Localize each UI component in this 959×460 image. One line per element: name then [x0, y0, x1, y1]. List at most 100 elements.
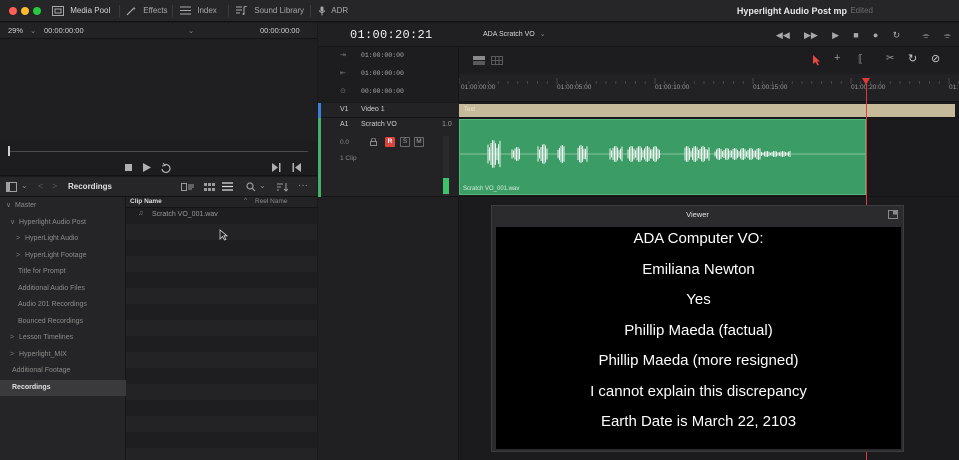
stop-button[interactable] — [125, 164, 132, 171]
bin-item[interactable]: ∨ Master — [0, 198, 126, 214]
ruler-label: 01:00:15:00 — [753, 84, 788, 91]
fast-forward-icon[interactable]: ▶▶ — [804, 23, 818, 47]
track-view-icon[interactable] — [473, 56, 485, 65]
mark-out-icon: ⇤ — [340, 70, 346, 77]
duration-icon: ⊙ — [340, 88, 346, 95]
clip-row — [126, 448, 317, 460]
clip-row[interactable]: ♫ Scratch VO_001.wav — [126, 208, 317, 224]
bin-item[interactable]: > Hyperlight_MIX — [0, 347, 126, 363]
mute-button[interactable]: M — [414, 137, 424, 147]
record-arm-button[interactable]: R — [385, 137, 395, 147]
forward-arrow-icon[interactable]: > — [52, 181, 57, 191]
loop-icon[interactable]: ↻ — [893, 23, 901, 47]
thumbnail-view-icon[interactable] — [204, 183, 215, 191]
scissors-icon[interactable]: ✂ — [886, 53, 894, 64]
media-pool-label: Media Pool — [70, 6, 111, 15]
track-level[interactable]: 0.0 — [340, 139, 349, 146]
chevron-right-icon[interactable]: > — [16, 248, 20, 264]
track-header-v1[interactable]: V1 Video 1 — [318, 103, 459, 118]
zoom-window-button[interactable] — [33, 7, 41, 15]
timeline-name: ADA Scratch VO — [483, 31, 535, 38]
metadata-view-icon[interactable] — [181, 183, 194, 191]
bin-item[interactable]: Bounced Recordings — [0, 314, 126, 330]
scrubber-handle[interactable] — [8, 146, 10, 156]
reel-name-column-header[interactable]: Reel Name — [255, 198, 288, 205]
clip-name-column-header[interactable]: Clip Name — [130, 198, 162, 205]
bin-item[interactable]: ∨ Hyperlight Audio Post — [0, 215, 126, 231]
grid-view-icon[interactable] — [491, 56, 503, 65]
track-id: A1 — [340, 121, 349, 128]
adr-tab[interactable]: ADR — [318, 0, 348, 22]
solo-button[interactable]: S — [400, 137, 410, 147]
lock-icon[interactable] — [370, 138, 377, 146]
snap-icon[interactable]: ↻ — [908, 52, 917, 65]
chevron-down-icon[interactable]: ⌄ — [21, 181, 28, 190]
tc-row-duration: ⊙ 00:00:00:00 — [318, 83, 459, 101]
track-header-a1[interactable]: A1 Scratch VO 1.0 0.0 R S M 1 Clip — [318, 118, 459, 197]
ruler-label: 01:00:00:00 — [461, 84, 496, 91]
bin-item[interactable]: Additional Footage — [0, 363, 126, 379]
source-timecode-out: 00:00:00:00 — [260, 26, 300, 35]
media-pool-tab[interactable]: Media Pool — [52, 0, 110, 22]
level-meter — [443, 136, 449, 196]
index-tab[interactable]: Index — [180, 0, 217, 22]
clip-name: Scratch VO_001.wav — [152, 211, 218, 218]
effects-icon — [126, 6, 136, 16]
chevron-right-icon[interactable]: > — [10, 330, 14, 346]
sort-ascending-icon: ^ — [244, 197, 248, 204]
bin-item[interactable]: > HyperLight Audio — [0, 231, 126, 247]
chevron-right-icon[interactable]: > — [16, 231, 20, 247]
ruler-label: 01: — [949, 84, 959, 91]
chevron-down-icon[interactable]: ⌄ — [259, 181, 266, 190]
back-arrow-icon[interactable]: < — [38, 181, 43, 191]
video-clip[interactable]: Text — [459, 104, 955, 117]
list-view-icon[interactable] — [222, 182, 233, 191]
ruler-label: 01:00:10:00 — [655, 84, 690, 91]
track-header-empty — [318, 197, 459, 460]
chevron-down-icon[interactable]: ⌄ — [30, 23, 36, 39]
bin-list: ∨ Master ∨ Hyperlight Audio Post > HyperLight… — [0, 197, 126, 460]
bin-item[interactable]: Audio 201 Recordings — [0, 297, 126, 313]
effects-tab[interactable]: Effects — [126, 0, 168, 22]
loop-icon[interactable] — [160, 162, 172, 173]
viewer-collapse-icon[interactable] — [888, 210, 898, 219]
bin-item[interactable]: Recordings — [0, 379, 126, 396]
bin-label: Additional Footage — [12, 367, 71, 374]
monitor-icon[interactable]: ⌯ — [922, 23, 929, 47]
bin-item[interactable]: Title for Prompt — [0, 264, 126, 280]
play-icon[interactable] — [143, 163, 151, 172]
chevron-down-icon[interactable]: ∨ — [6, 198, 11, 214]
stop-icon[interactable]: ■ — [853, 23, 858, 47]
sort-icon[interactable] — [277, 182, 288, 192]
mark-in-icon[interactable] — [272, 163, 281, 172]
search-icon[interactable] — [246, 182, 256, 192]
link-icon[interactable]: ⊘ — [931, 52, 940, 65]
more-options-icon[interactable]: ··· — [298, 180, 308, 191]
sidebar-toggle-icon[interactable] — [6, 182, 17, 192]
minimize-window-button[interactable] — [21, 7, 29, 15]
pan-icon[interactable]: ⌯ — [944, 23, 951, 47]
record-icon[interactable]: ● — [873, 23, 878, 47]
play-icon[interactable]: ▶ — [832, 23, 839, 47]
clip-list: Clip Name ^ Reel Name ♫ Scratch VO_001.wa… — [126, 197, 317, 460]
timeline-ruler[interactable]: 01:00:00:00 01:00:05:00 01:00:10:00 01:0… — [459, 74, 959, 102]
chevron-down-icon[interactable]: ∨ — [10, 215, 15, 231]
zoom-level[interactable]: 29% — [8, 23, 23, 39]
tc-row-out: ⇤ 01:00:00:00 — [318, 65, 459, 83]
pointer-tool-icon[interactable] — [813, 55, 821, 66]
bin-item[interactable]: > HyperLight Footage — [0, 248, 126, 264]
mark-out-icon[interactable] — [292, 163, 301, 172]
bin-label: Title for Prompt — [18, 268, 66, 275]
trim-tool-icon[interactable]: ⟦ — [858, 54, 863, 65]
bin-item[interactable]: Additional Audio Files — [0, 281, 126, 297]
sound-library-tab[interactable]: Sound Library — [236, 0, 304, 22]
crosshair-tool-icon[interactable]: + — [834, 52, 840, 64]
timeline-name-selector[interactable]: ADA Scratch VO ⌄ — [483, 23, 546, 47]
chevron-down-icon[interactable]: ⌄ — [188, 23, 194, 39]
audio-clip[interactable]: Scratch VO_001.wav — [459, 119, 866, 195]
close-window-button[interactable] — [9, 7, 17, 15]
chevron-right-icon[interactable]: > — [10, 347, 14, 363]
bin-item[interactable]: > Lesson Timelines — [0, 330, 126, 346]
rewind-icon[interactable]: ◀◀ — [776, 23, 790, 47]
source-scrubber[interactable] — [0, 142, 317, 160]
